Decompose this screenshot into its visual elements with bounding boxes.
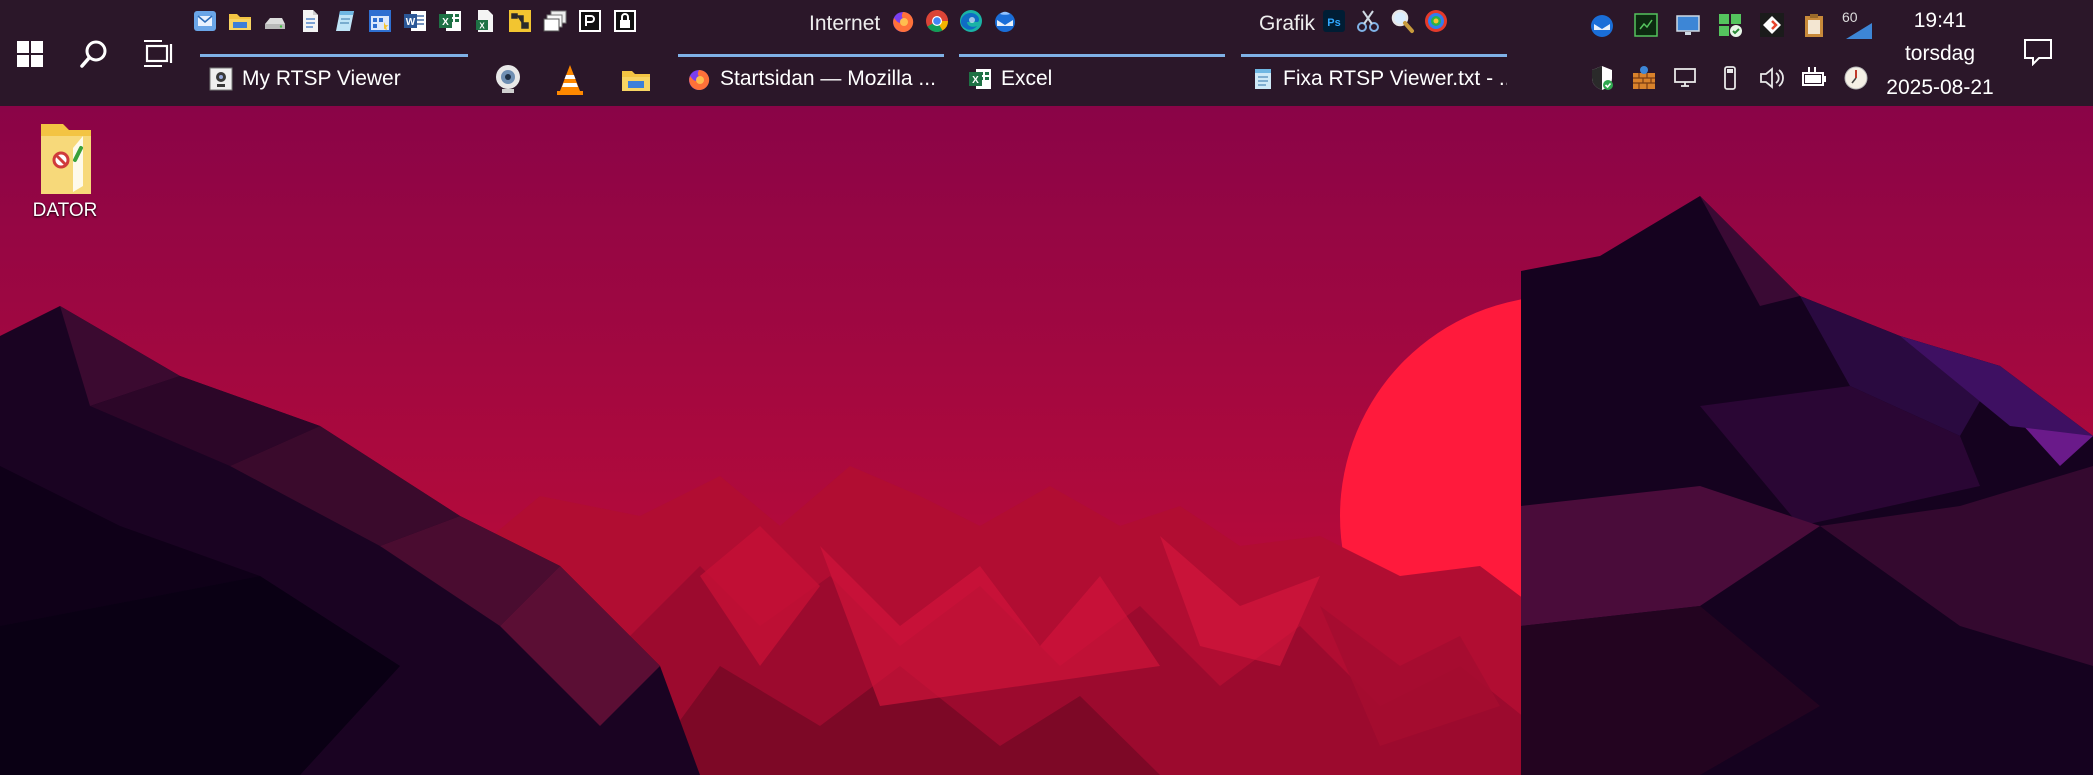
notepad-icon bbox=[1255, 69, 1271, 89]
clock-weekday: torsdag bbox=[1904, 42, 1976, 65]
battery-level-icon bbox=[1846, 23, 1872, 39]
camera-viewer-icon bbox=[209, 67, 233, 91]
taskbar-window-label: Fixa RTSP Viewer.txt - ... bbox=[1283, 67, 1507, 90]
scissors-icon[interactable] bbox=[1355, 8, 1381, 34]
desktop-icon-label: DATOR bbox=[32, 200, 98, 221]
network-icon[interactable] bbox=[1672, 64, 1700, 92]
svg-text:X: X bbox=[479, 22, 485, 31]
svg-text:X: X bbox=[972, 75, 979, 86]
excel-pin-icon[interactable]: X bbox=[437, 8, 463, 34]
taskbar-window-my-rtsp-viewer[interactable]: My RTSP Viewer bbox=[200, 54, 468, 104]
word-icon[interactable]: W bbox=[402, 8, 428, 34]
windows-cascade-icon[interactable] bbox=[542, 8, 568, 34]
svg-text:W: W bbox=[406, 17, 416, 28]
taskbar-window-label: My RTSP Viewer bbox=[242, 67, 401, 90]
clock-tray-icon[interactable] bbox=[1842, 64, 1870, 92]
windows-logo-icon bbox=[17, 41, 43, 67]
firefox-icon bbox=[689, 69, 710, 90]
git-tray-icon[interactable] bbox=[1758, 11, 1786, 39]
taskbar-window-excel[interactable]: X Excel bbox=[959, 54, 1225, 104]
taskbar-window-notepad[interactable]: Fixa RTSP Viewer.txt - ... bbox=[1241, 54, 1507, 104]
desktop-icon-dator[interactable]: DATOR bbox=[20, 118, 110, 222]
display-tray-icon[interactable] bbox=[1674, 11, 1702, 39]
lock-icon[interactable] bbox=[612, 8, 638, 34]
active-indicator bbox=[959, 54, 1225, 57]
active-indicator bbox=[1241, 54, 1507, 57]
taskbar: W X X Internet Grafik Ps My RTSP Viewer … bbox=[0, 0, 2093, 106]
task-view-button[interactable] bbox=[138, 34, 178, 74]
folder-icon[interactable] bbox=[227, 8, 253, 34]
clock-time: 19:41 bbox=[1913, 9, 1967, 32]
screenshot-tool-icon[interactable] bbox=[577, 8, 603, 34]
notepad-pin-icon[interactable] bbox=[332, 8, 358, 34]
firewall-icon[interactable] bbox=[1630, 64, 1658, 92]
webcam-icon[interactable] bbox=[490, 62, 526, 98]
taskbar-window-label: Excel bbox=[1001, 67, 1053, 90]
photoshop-icon[interactable]: Ps bbox=[1321, 8, 1347, 34]
folder-pc-icon bbox=[41, 124, 91, 194]
clock[interactable]: 19:41 torsdag 2025-08-21 bbox=[1870, 0, 2010, 106]
magnifier-icon[interactable] bbox=[1389, 8, 1415, 34]
active-indicator bbox=[678, 54, 944, 57]
clipboard-icon[interactable] bbox=[1800, 11, 1828, 39]
taskbar-window-label: Startsidan — Mozilla ... bbox=[720, 67, 936, 90]
document-icon[interactable] bbox=[297, 8, 323, 34]
thunderbird-icon[interactable] bbox=[992, 8, 1018, 34]
terminal-monitor-icon[interactable] bbox=[1632, 11, 1660, 39]
thunderbird-tray-icon[interactable] bbox=[1588, 11, 1616, 39]
firefox-pin-icon[interactable] bbox=[890, 8, 916, 34]
start-button[interactable] bbox=[10, 34, 50, 74]
task-view-icon bbox=[144, 40, 173, 67]
chrome-icon[interactable] bbox=[924, 8, 950, 34]
excel-icon: X bbox=[969, 69, 991, 89]
search-icon bbox=[80, 40, 107, 68]
battery-icon[interactable] bbox=[1800, 64, 1828, 92]
active-indicator bbox=[200, 54, 468, 57]
clock-date: 2025-08-21 bbox=[1886, 76, 1994, 99]
desktop-wallpaper bbox=[0, 106, 2093, 775]
network-shield-icon[interactable] bbox=[1716, 11, 1744, 39]
file-explorer-icon[interactable] bbox=[618, 62, 654, 98]
spreadsheet-icon[interactable]: X bbox=[472, 8, 498, 34]
security-shield-icon[interactable] bbox=[1588, 64, 1616, 92]
group-label-internet: Internet bbox=[809, 12, 881, 35]
edge-icon[interactable] bbox=[958, 8, 984, 34]
drive-icon[interactable] bbox=[262, 8, 288, 34]
volume-icon[interactable] bbox=[1758, 64, 1786, 92]
photo-viewer-icon[interactable] bbox=[1423, 8, 1449, 34]
group-label-graphics: Grafik bbox=[1259, 12, 1316, 35]
outlook-express-icon[interactable] bbox=[192, 8, 218, 34]
search-button[interactable] bbox=[74, 34, 114, 74]
usb-device-icon[interactable] bbox=[1716, 64, 1744, 92]
battery-meter[interactable]: 60 bbox=[1840, 9, 1874, 41]
network-tool-icon[interactable] bbox=[507, 8, 533, 34]
notification-center-button[interactable] bbox=[2018, 32, 2058, 72]
svg-text:Ps: Ps bbox=[1327, 17, 1340, 29]
svg-text:X: X bbox=[442, 17, 449, 28]
vlc-icon[interactable] bbox=[552, 62, 588, 98]
calendar-icon[interactable] bbox=[367, 8, 393, 34]
notification-icon bbox=[2024, 39, 2052, 66]
taskbar-window-firefox[interactable]: Startsidan — Mozilla ... bbox=[678, 54, 944, 104]
